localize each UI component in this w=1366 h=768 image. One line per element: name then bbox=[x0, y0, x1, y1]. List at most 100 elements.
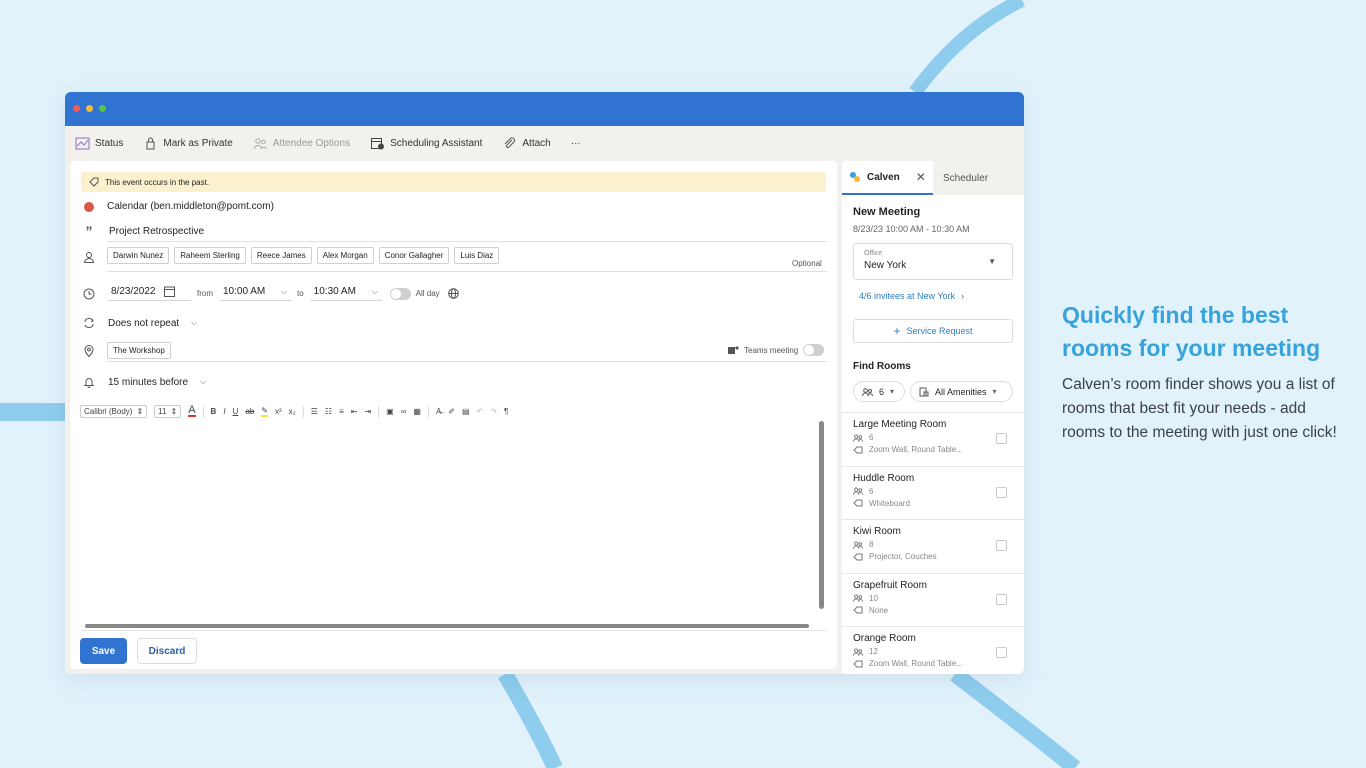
invitees-link[interactable]: 4/6 invitees at New York › bbox=[859, 291, 964, 301]
mark-private-button[interactable]: Mark as Private bbox=[143, 137, 233, 150]
calendar-color-icon bbox=[84, 201, 94, 212]
room-item[interactable]: Large Meeting Room 6 Zoom Wall, Round Ta… bbox=[842, 412, 1024, 466]
body-vertical-scrollbar[interactable] bbox=[819, 421, 824, 609]
title-input[interactable]: Project Retrospective bbox=[107, 226, 204, 237]
minimize-window-button[interactable] bbox=[86, 105, 93, 112]
toolbar-separator bbox=[202, 405, 204, 418]
attendee-chip[interactable]: Raheem Sterling bbox=[174, 247, 246, 264]
service-request-button[interactable]: + Service Request bbox=[853, 319, 1013, 343]
globe-icon[interactable] bbox=[447, 288, 459, 299]
date-input[interactable]: 8/23/2022 bbox=[107, 286, 191, 301]
office-select[interactable]: Office New York ▼ bbox=[853, 243, 1013, 280]
room-amenities-value: Whiteboard bbox=[869, 498, 910, 508]
meeting-title: New Meeting bbox=[853, 206, 921, 218]
tag-icon bbox=[853, 553, 863, 560]
attendee-options-button[interactable]: Attendee Options bbox=[253, 137, 350, 150]
superscript-icon[interactable]: x² bbox=[275, 407, 282, 416]
tag-icon bbox=[853, 606, 863, 614]
body-horizontal-scrollbar[interactable] bbox=[85, 624, 809, 628]
format-painter-icon[interactable]: ✐ bbox=[448, 407, 455, 416]
body-bottom-divider bbox=[81, 630, 826, 631]
find-rooms-heading: Find Rooms bbox=[853, 361, 911, 372]
maximize-window-button[interactable] bbox=[99, 105, 106, 112]
room-checkbox[interactable] bbox=[996, 647, 1007, 658]
promo-section: Quickly find the best rooms for your mee… bbox=[1062, 299, 1342, 445]
to-label: to bbox=[297, 289, 304, 298]
styles-icon[interactable]: A̶ bbox=[436, 407, 441, 416]
tab-calven-label: Calven bbox=[867, 171, 900, 183]
outdent-icon[interactable]: ⇤ bbox=[351, 407, 358, 416]
amenities-filter[interactable]: All Amenities ▾ bbox=[910, 381, 1013, 402]
datetime-row: 8/23/2022 from 10:00 AM ⌵ to 10:30 AM ⌵ … bbox=[81, 286, 459, 301]
tab-calven[interactable]: Calven ✕ bbox=[842, 161, 933, 195]
calendar-select[interactable]: Calendar (ben.middleton@pomt.com) bbox=[107, 201, 274, 212]
optional-attendees-link[interactable]: Optional bbox=[792, 259, 822, 268]
status-button[interactable]: Status bbox=[75, 137, 123, 150]
attendee-chip[interactable]: Alex Morgan bbox=[316, 247, 374, 264]
calendar-picker-icon[interactable] bbox=[163, 286, 175, 297]
save-button[interactable]: Save bbox=[80, 638, 127, 664]
teams-meeting-toggle[interactable] bbox=[803, 344, 825, 356]
room-checkbox[interactable] bbox=[996, 486, 1007, 498]
people-icon bbox=[853, 434, 863, 442]
font-family-value: Calibri (Body) bbox=[84, 407, 133, 416]
teams-meeting-label: Teams meeting bbox=[744, 345, 799, 355]
room-name: Grapefruit Room bbox=[853, 579, 927, 591]
capacity-filter[interactable]: 6 ▾ bbox=[853, 381, 905, 402]
start-time-select[interactable]: 10:00 AM ⌵ bbox=[219, 286, 291, 301]
italic-icon[interactable]: I bbox=[223, 407, 225, 416]
scheduling-assistant-label: Scheduling Assistant bbox=[390, 137, 483, 149]
room-item[interactable]: Grapefruit Room 10 None bbox=[842, 572, 1024, 627]
format-toolbar: Calibri (Body) ⇕ 11 ⇕ A B I U ab ✎ x² x₂ ☰… bbox=[80, 405, 508, 418]
strikethrough-icon[interactable]: ab bbox=[245, 407, 254, 416]
scheduling-assistant-button[interactable]: Scheduling Assistant bbox=[370, 137, 482, 150]
link-icon[interactable]: ∞ bbox=[401, 407, 407, 416]
numbered-list-icon[interactable]: ☷ bbox=[325, 407, 332, 416]
bold-icon[interactable]: B bbox=[211, 407, 217, 416]
paragraph-icon[interactable]: ¶ bbox=[504, 407, 508, 416]
room-item[interactable]: Orange Room 12 Zoom Wall, Round Table... bbox=[842, 626, 1024, 674]
highlight-icon[interactable]: ✎ bbox=[261, 406, 268, 417]
repeat-select[interactable]: Does not repeat ⌵ bbox=[107, 318, 197, 329]
discard-button[interactable]: Discard bbox=[137, 638, 197, 664]
close-window-button[interactable] bbox=[73, 105, 80, 112]
room-item[interactable]: Kiwi Room 8 Projector, Couches bbox=[842, 519, 1024, 573]
room-item[interactable]: Huddle Room 6 Whiteboard bbox=[842, 465, 1024, 520]
image-icon[interactable]: ▣ bbox=[386, 407, 394, 416]
redo-icon[interactable]: ↷ bbox=[490, 407, 497, 416]
indent-icon[interactable]: ⇥ bbox=[364, 407, 371, 416]
font-family-select[interactable]: Calibri (Body) ⇕ bbox=[80, 405, 148, 418]
font-size-select[interactable]: 11 ⇕ bbox=[154, 405, 182, 418]
attendee-chip[interactable]: Luis Diaz bbox=[454, 247, 500, 264]
attendee-chip[interactable]: Darwin Nunez bbox=[107, 247, 170, 264]
reminder-select[interactable]: 15 minutes before ⌵ bbox=[107, 377, 206, 388]
room-checkbox[interactable] bbox=[996, 593, 1007, 605]
table-icon[interactable]: ▦ bbox=[413, 407, 421, 416]
location-chip[interactable]: The Workshop bbox=[107, 342, 171, 359]
chevron-down-icon: ⌵ bbox=[191, 318, 198, 327]
more-options-button[interactable]: ··· bbox=[571, 138, 581, 149]
align-icon[interactable]: ≡ bbox=[339, 407, 344, 416]
people-icon bbox=[853, 648, 863, 656]
subscript-icon[interactable]: x₂ bbox=[289, 407, 296, 416]
tag-icon bbox=[853, 499, 863, 507]
end-time-select[interactable]: 10:30 AM ⌵ bbox=[309, 286, 382, 301]
close-icon[interactable]: ✕ bbox=[916, 170, 926, 184]
undo-icon[interactable]: ↶ bbox=[477, 407, 484, 416]
tab-scheduler[interactable]: Scheduler bbox=[933, 161, 1024, 195]
underline-icon[interactable]: U bbox=[233, 407, 239, 416]
font-color-icon[interactable]: A bbox=[188, 405, 196, 417]
paste-icon[interactable]: ▤ bbox=[462, 407, 470, 416]
toolbar-separator bbox=[302, 405, 304, 418]
room-checkbox[interactable] bbox=[996, 540, 1007, 551]
amenities-icon bbox=[919, 387, 929, 396]
room-amenities: None bbox=[853, 606, 1024, 615]
room-name: Large Meeting Room bbox=[853, 419, 947, 430]
paperclip-icon bbox=[505, 137, 516, 148]
room-checkbox[interactable] bbox=[996, 433, 1007, 444]
attendee-chip[interactable]: Reece James bbox=[250, 247, 312, 264]
bullet-list-icon[interactable]: ☰ bbox=[311, 407, 318, 416]
all-day-toggle[interactable] bbox=[389, 287, 411, 300]
attendee-chip[interactable]: Conor Gallagher bbox=[378, 247, 450, 264]
attach-button[interactable]: Attach bbox=[502, 137, 551, 150]
